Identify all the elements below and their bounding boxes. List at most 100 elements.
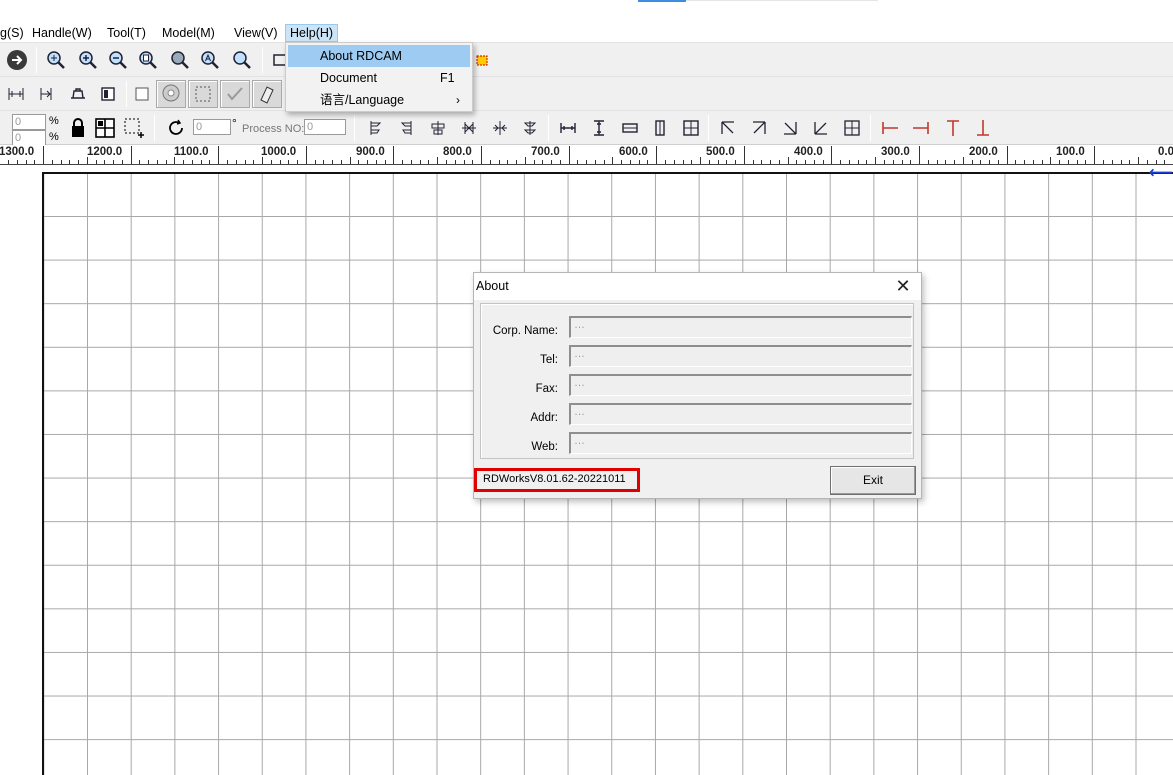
web-field[interactable]: … [569, 432, 912, 454]
ruler-tick [551, 160, 553, 164]
ruler-tick [358, 160, 360, 164]
distribute-icon[interactable] [648, 116, 672, 140]
move-top-left-icon[interactable] [716, 116, 740, 140]
ruler-tick [787, 157, 789, 164]
ruler-tick [691, 160, 693, 164]
menu-model[interactable]: Model(M) [158, 24, 219, 42]
menu-item-document[interactable]: Document F1 [288, 67, 470, 89]
exit-button[interactable]: Exit [830, 466, 916, 495]
ruler-tick [954, 160, 955, 164]
menu-bar: g(S) Handle(W) Tool(T) Model(M) View(V) … [0, 22, 1173, 43]
align-left-icon[interactable] [4, 82, 28, 106]
zoom-text-icon[interactable] [198, 48, 222, 72]
menu-view[interactable]: View(V) [230, 24, 282, 42]
move-center-icon[interactable] [840, 116, 864, 140]
ruler-tick [980, 160, 982, 164]
ruler-tick [735, 160, 736, 164]
process-no-input[interactable]: 0 [304, 119, 346, 135]
scale-x-input[interactable]: 0 [12, 114, 46, 130]
separator [154, 115, 155, 141]
ruler-tick [1050, 157, 1052, 164]
move-top-right-icon[interactable] [747, 116, 771, 140]
ruler-tick [594, 160, 596, 164]
dialog-title-bar[interactable]: About ✕ [474, 273, 921, 300]
menu-help[interactable]: Help(H) [285, 24, 339, 42]
move-bottom-left-icon[interactable] [809, 116, 833, 140]
ruler-tick [831, 146, 833, 164]
same-size-icon[interactable] [618, 116, 642, 140]
ruler-tick [1032, 160, 1034, 164]
ruler-tick [235, 160, 237, 164]
align-top-right-icon[interactable] [394, 116, 418, 140]
ruler-tick [349, 157, 351, 164]
array-grid-icon[interactable] [93, 116, 117, 140]
zoom-select-icon[interactable] [230, 48, 254, 72]
rotate-icon[interactable] [164, 116, 188, 140]
close-icon[interactable]: ✕ [893, 276, 913, 296]
percent-label: % [49, 115, 59, 127]
zoom-grid-icon[interactable] [168, 48, 192, 72]
align-center-icon[interactable] [488, 116, 512, 140]
align-right-icon[interactable] [34, 82, 58, 106]
ruler-tick [1155, 160, 1157, 164]
corp-name-label: Corp. Name: [492, 325, 558, 337]
zoom-extents-icon[interactable] [44, 48, 68, 72]
document-icon[interactable] [96, 82, 120, 106]
ruler-tick [936, 160, 938, 164]
ruler-tick [656, 146, 658, 164]
align-bottom-icon[interactable] [518, 116, 542, 140]
ruler-tick [288, 160, 290, 164]
menu-tool[interactable]: Tool(T) [103, 24, 150, 42]
scale-y-input[interactable]: 0 [12, 130, 46, 146]
hat-icon[interactable] [66, 82, 90, 106]
move-bottom-right-icon[interactable] [778, 116, 802, 140]
align-vcenter-icon[interactable] [457, 116, 481, 140]
ruler-tick [279, 160, 281, 164]
color-layer-icon[interactable] [470, 48, 494, 72]
align-hcenter-icon[interactable] [426, 116, 450, 140]
menu-handle[interactable]: Handle(W) [28, 24, 96, 42]
ruler-tick [340, 160, 342, 164]
zoom-out-icon[interactable] [106, 48, 130, 72]
ruler-tick [682, 160, 684, 164]
menu-setting[interactable]: g(S) [0, 24, 28, 42]
select-frame-icon[interactable] [188, 80, 218, 108]
ruler-label: 800.0 [443, 146, 472, 158]
ruler-tick [481, 146, 482, 164]
dock-bottom-icon[interactable] [971, 116, 995, 140]
menu-item-language[interactable]: 语言/Language › [288, 89, 470, 111]
ruler-tick [200, 160, 202, 164]
dock-left-icon[interactable] [878, 116, 902, 140]
dock-top-icon[interactable] [941, 116, 965, 140]
corp-name-field[interactable]: … [569, 316, 912, 338]
same-height-icon[interactable] [587, 116, 611, 140]
ruler-tick [367, 160, 369, 164]
ruler-tick [884, 160, 885, 164]
same-width-icon[interactable] [556, 116, 580, 140]
ruler-tick [840, 160, 842, 164]
dock-right-icon[interactable] [909, 116, 933, 140]
rotate-angle-input[interactable]: 0 [193, 119, 231, 135]
addr-field[interactable]: … [569, 403, 912, 425]
ruler-tick [603, 160, 605, 164]
lock-icon[interactable] [66, 116, 90, 140]
eraser-icon[interactable] [252, 80, 282, 108]
ruler-tick [612, 157, 614, 164]
array-copy-icon[interactable] [122, 116, 146, 140]
ruler-tick [34, 160, 36, 164]
tel-field[interactable]: … [569, 345, 912, 367]
check-tool-icon[interactable] [220, 80, 250, 108]
go-arrow-icon[interactable] [5, 48, 29, 72]
zoom-page-icon[interactable] [136, 48, 160, 72]
camera-icon[interactable] [156, 80, 186, 108]
ruler-tick [1103, 160, 1104, 164]
ruler-tick [866, 160, 868, 164]
zoom-in-icon[interactable] [76, 48, 100, 72]
center-grid-icon[interactable] [679, 116, 703, 140]
fax-field[interactable]: … [569, 374, 912, 396]
separator [708, 115, 709, 141]
submenu-arrow-icon: › [456, 93, 460, 107]
align-top-left-icon[interactable] [364, 116, 388, 140]
menu-item-about-rdcam[interactable]: About RDCAM [288, 45, 470, 67]
checkbox-icon[interactable] [130, 82, 154, 106]
